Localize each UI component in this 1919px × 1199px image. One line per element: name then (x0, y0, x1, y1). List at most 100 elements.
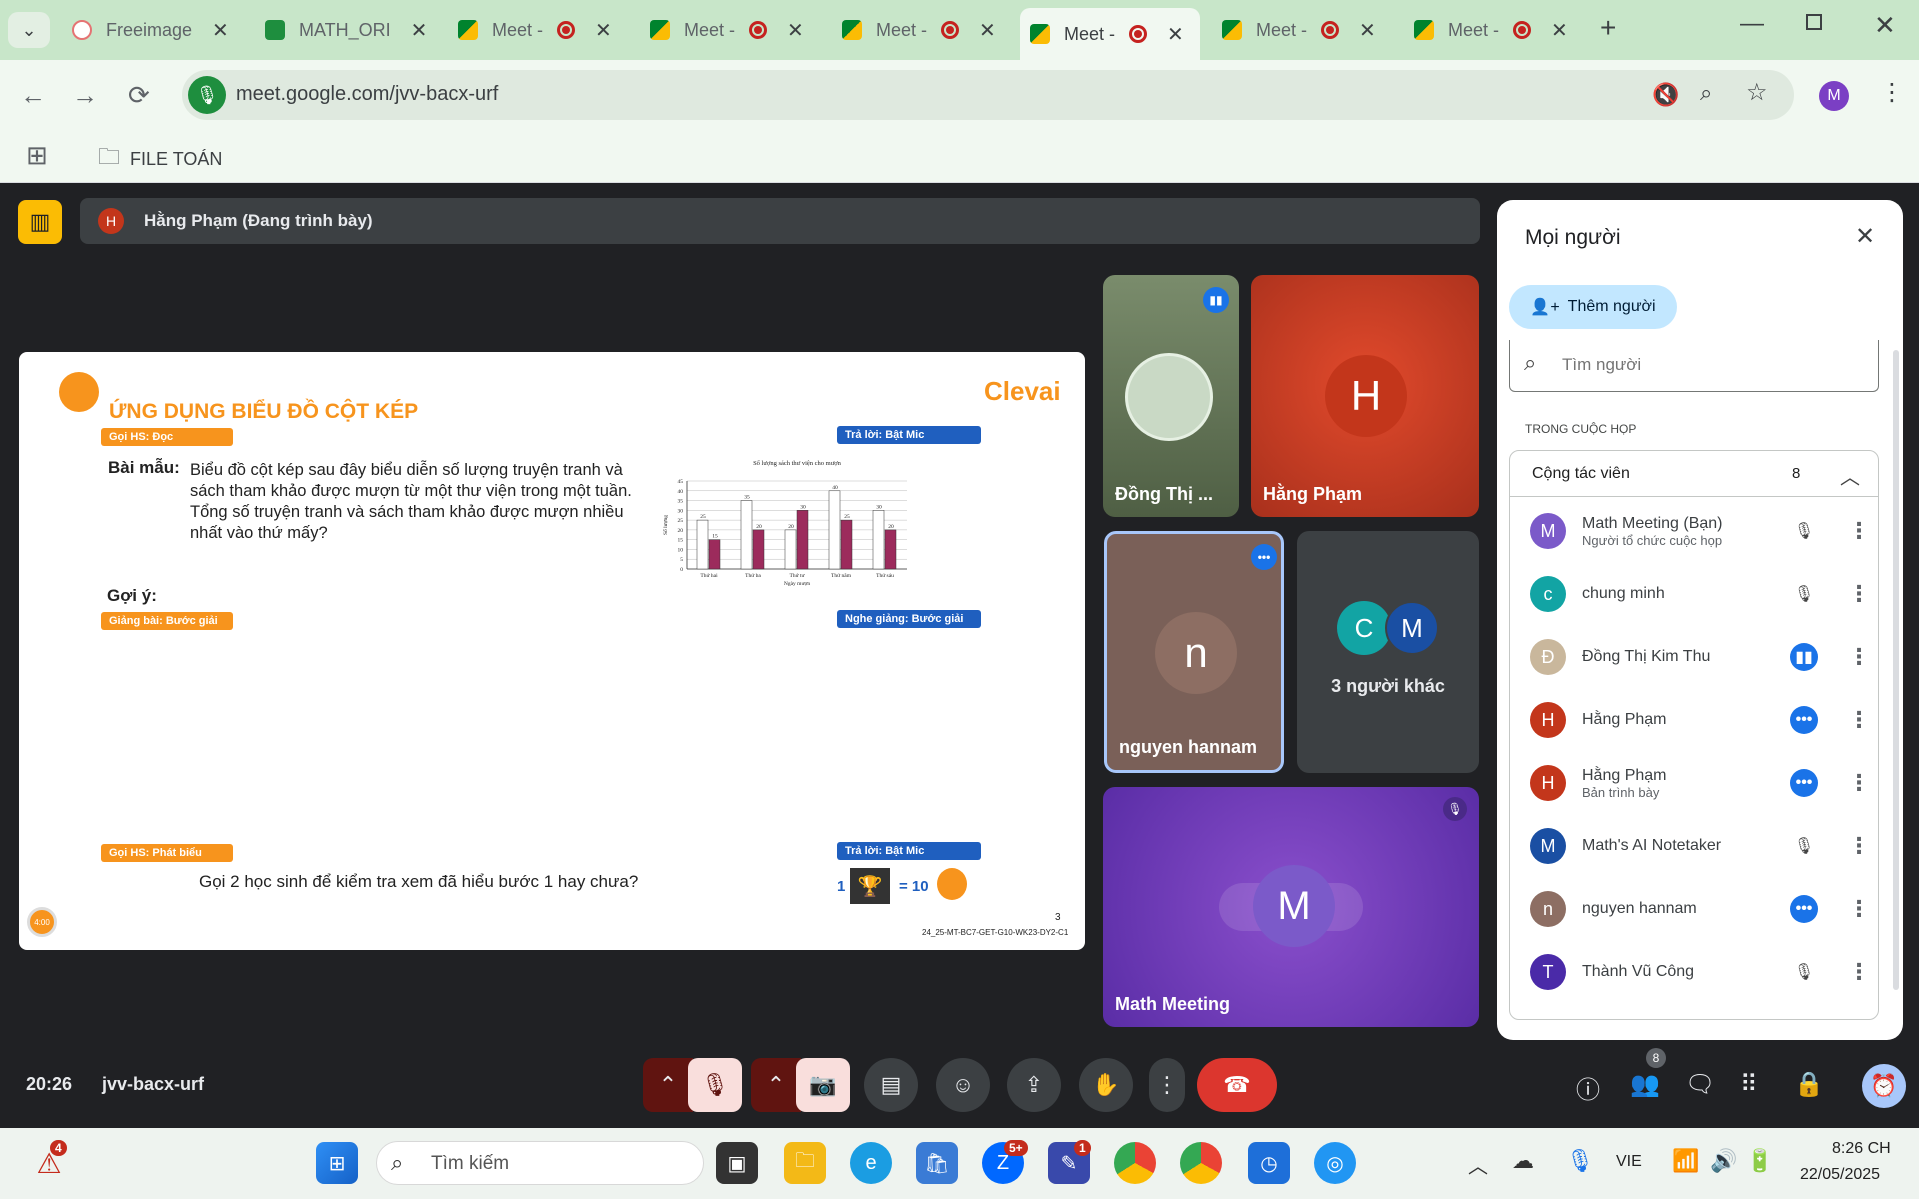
more-dots-icon[interactable]: ••• (1790, 706, 1818, 734)
tab-meet-1[interactable]: Meet - ✕ (448, 8, 622, 52)
mic-toggle-button[interactable]: 🎙 (688, 1058, 742, 1112)
volume-icon[interactable]: 🔊 (1710, 1148, 1737, 1174)
tab-meet-active[interactable]: Meet - ✕ (1020, 8, 1200, 60)
participant-row[interactable]: T Thành Vũ Công 🎙 ⋮ (1530, 942, 1890, 1002)
participant-menu-icon[interactable]: ⋮ (1848, 959, 1870, 985)
participant-menu-icon[interactable]: ⋮ (1848, 518, 1870, 544)
mic-indicator-icon[interactable]: 🎙 (188, 76, 226, 114)
edge-icon[interactable]: e (850, 1142, 892, 1184)
close-tab-icon[interactable]: ✕ (1551, 18, 1568, 43)
new-tab-button[interactable]: + (1600, 12, 1616, 44)
clock-time[interactable]: 8:26 CH (1832, 1140, 1891, 1158)
tab-meet-3[interactable]: Meet - ✕ (832, 8, 1006, 52)
mic-options-button[interactable]: ⌃ (643, 1058, 693, 1112)
raise-hand-button[interactable]: ✋ (1079, 1058, 1133, 1112)
address-bar[interactable]: 🎙 meet.google.com/jvv-bacx-urf 🔇 ⌕ ☆ (182, 70, 1794, 120)
panel-scrollbar[interactable] (1893, 350, 1899, 990)
minimize-button[interactable]: — (1740, 10, 1764, 38)
close-window-button[interactable]: ✕ (1874, 10, 1896, 41)
host-controls-icon[interactable]: 🔒 (1794, 1070, 1824, 1099)
more-options-icon[interactable]: ••• (1251, 544, 1277, 570)
close-panel-icon[interactable]: ✕ (1855, 222, 1875, 251)
close-tab-icon[interactable]: ✕ (595, 18, 612, 43)
store-icon[interactable]: 🛍 (916, 1142, 958, 1184)
participant-menu-icon[interactable]: ⋮ (1848, 581, 1870, 607)
participant-menu-icon[interactable]: ⋮ (1848, 770, 1870, 796)
apps-grid-icon[interactable]: ⊞ (26, 140, 48, 171)
participant-row[interactable]: c chung minh 🎙 ⋮ (1530, 564, 1890, 624)
wifi-icon[interactable]: 📶 (1672, 1148, 1699, 1174)
participant-menu-icon[interactable]: ⋮ (1848, 896, 1870, 922)
tile-math-meeting[interactable]: M 🎙 Math Meeting (1103, 787, 1479, 1027)
more-options-button[interactable]: ⋮ (1149, 1058, 1185, 1112)
group-header[interactable]: Cộng tác viên 8 ︿ (1510, 451, 1878, 497)
leave-call-button[interactable]: ☎ (1197, 1058, 1277, 1112)
participant-row[interactable]: M Math's AI Notetaker 🎙 ⋮ (1530, 816, 1890, 876)
battery-icon[interactable]: 🔋 (1746, 1148, 1773, 1174)
info-icon[interactable]: ⓘ (1576, 1070, 1600, 1105)
tile-others[interactable]: C M 3 người khác (1297, 531, 1479, 773)
more-dots-icon[interactable]: ••• (1790, 895, 1818, 923)
zoom-icon[interactable]: ⌕ (1700, 80, 1712, 106)
bookmark-star-icon[interactable]: ☆ (1746, 78, 1768, 107)
chevron-up-icon[interactable]: ︿ (1840, 461, 1860, 490)
participant-row[interactable]: M Math Meeting (Bạn) Người tổ chức cuộc họ… (1530, 501, 1890, 561)
chrome-profile-icon[interactable] (1180, 1142, 1222, 1184)
reload-button[interactable]: ⟳ (128, 80, 150, 111)
participant-row[interactable]: Đ Đồng Thị Kim Thu ▮▮ ⋮ (1530, 627, 1890, 687)
search-people-field[interactable]: ⌕ (1509, 340, 1879, 392)
search-people-input[interactable] (1562, 350, 1862, 380)
restore-button[interactable] (1806, 14, 1822, 30)
language-indicator[interactable]: VIE (1616, 1153, 1642, 1171)
tile-hang-pham[interactable]: H Hằng Phạm (1251, 275, 1479, 517)
tab-math-ori[interactable]: MATH_ORI ✕ (255, 8, 437, 52)
participant-menu-icon[interactable]: ⋮ (1848, 833, 1870, 859)
emoji-button[interactable]: ☺ (936, 1058, 990, 1112)
clock-app-icon[interactable]: ◷ (1248, 1142, 1290, 1184)
browser-menu-icon[interactable]: ⋮ (1880, 78, 1904, 107)
tab-search-button[interactable]: ⌄ (8, 12, 50, 48)
tab-meet-5[interactable]: Meet - ✕ (1212, 8, 1386, 52)
taskbar-search[interactable]: ⌕ Tìm kiếm (376, 1141, 704, 1185)
participant-row[interactable]: n nguyen hannam ••• ⋮ (1530, 879, 1890, 939)
tab-meet-2[interactable]: Meet - ✕ (640, 8, 814, 52)
forward-button[interactable]: → (72, 80, 98, 111)
start-windows-icon[interactable]: ⊞ (316, 1142, 358, 1184)
clock-date[interactable]: 22/05/2025 (1800, 1166, 1880, 1184)
tab-freeimage[interactable]: Freeimage ✕ (62, 8, 239, 52)
profile-avatar[interactable]: M (1819, 81, 1849, 111)
close-tab-icon[interactable]: ✕ (212, 18, 229, 43)
activities-icon[interactable]: ⠿ (1740, 1070, 1758, 1099)
chat-icon[interactable]: 🗨 (1685, 1070, 1715, 1099)
camera-toggle-button[interactable]: 📷 (796, 1058, 850, 1112)
participant-menu-icon[interactable]: ⋮ (1848, 707, 1870, 733)
tile-nguyen-hannam[interactable]: n ••• nguyen hannam (1104, 531, 1284, 773)
add-people-button[interactable]: 👤+ Thêm người (1509, 285, 1677, 329)
sound-off-icon[interactable]: 🔇 (1652, 82, 1679, 108)
task-view-icon[interactable]: ▣ (716, 1142, 758, 1184)
tray-chevron-icon[interactable]: ︿ (1468, 1150, 1488, 1179)
browser-app-icon[interactable]: ◎ (1314, 1142, 1356, 1184)
chrome-icon[interactable] (1114, 1142, 1156, 1184)
participant-row[interactable]: H Hằng Phạm Bản trình bày ••• ⋮ (1530, 753, 1890, 813)
close-tab-icon[interactable]: ✕ (979, 18, 996, 43)
cloud-icon[interactable]: ☁ (1512, 1148, 1534, 1174)
close-tab-icon[interactable]: ✕ (1167, 22, 1184, 47)
people-icon[interactable]: 👥 (1630, 1070, 1660, 1099)
mic-tray-icon[interactable]: 🎙 (1566, 1148, 1594, 1174)
present-button[interactable]: ⇪ (1007, 1058, 1061, 1112)
close-tab-icon[interactable]: ✕ (411, 18, 428, 43)
tab-meet-6[interactable]: Meet - ✕ (1404, 8, 1578, 52)
bookmark-folder[interactable]: 🗀 FILE TOÁN (98, 140, 222, 178)
tile-dong-thi[interactable]: ▮▮ Đồng Thị ... (1103, 275, 1239, 517)
participant-row[interactable]: H Hằng Phạm ••• ⋮ (1530, 690, 1890, 750)
timer-icon[interactable]: ⏰ (1862, 1064, 1906, 1108)
back-button[interactable]: ← (20, 80, 46, 111)
captions-button[interactable]: ▤ (864, 1058, 918, 1112)
participant-menu-icon[interactable]: ⋮ (1848, 644, 1870, 670)
camera-options-button[interactable]: ⌃ (751, 1058, 801, 1112)
file-explorer-icon[interactable]: 🗀 (784, 1142, 826, 1184)
close-tab-icon[interactable]: ✕ (1359, 18, 1376, 43)
close-tab-icon[interactable]: ✕ (787, 18, 804, 43)
meet-logo-icon[interactable]: ▥ (18, 200, 62, 244)
